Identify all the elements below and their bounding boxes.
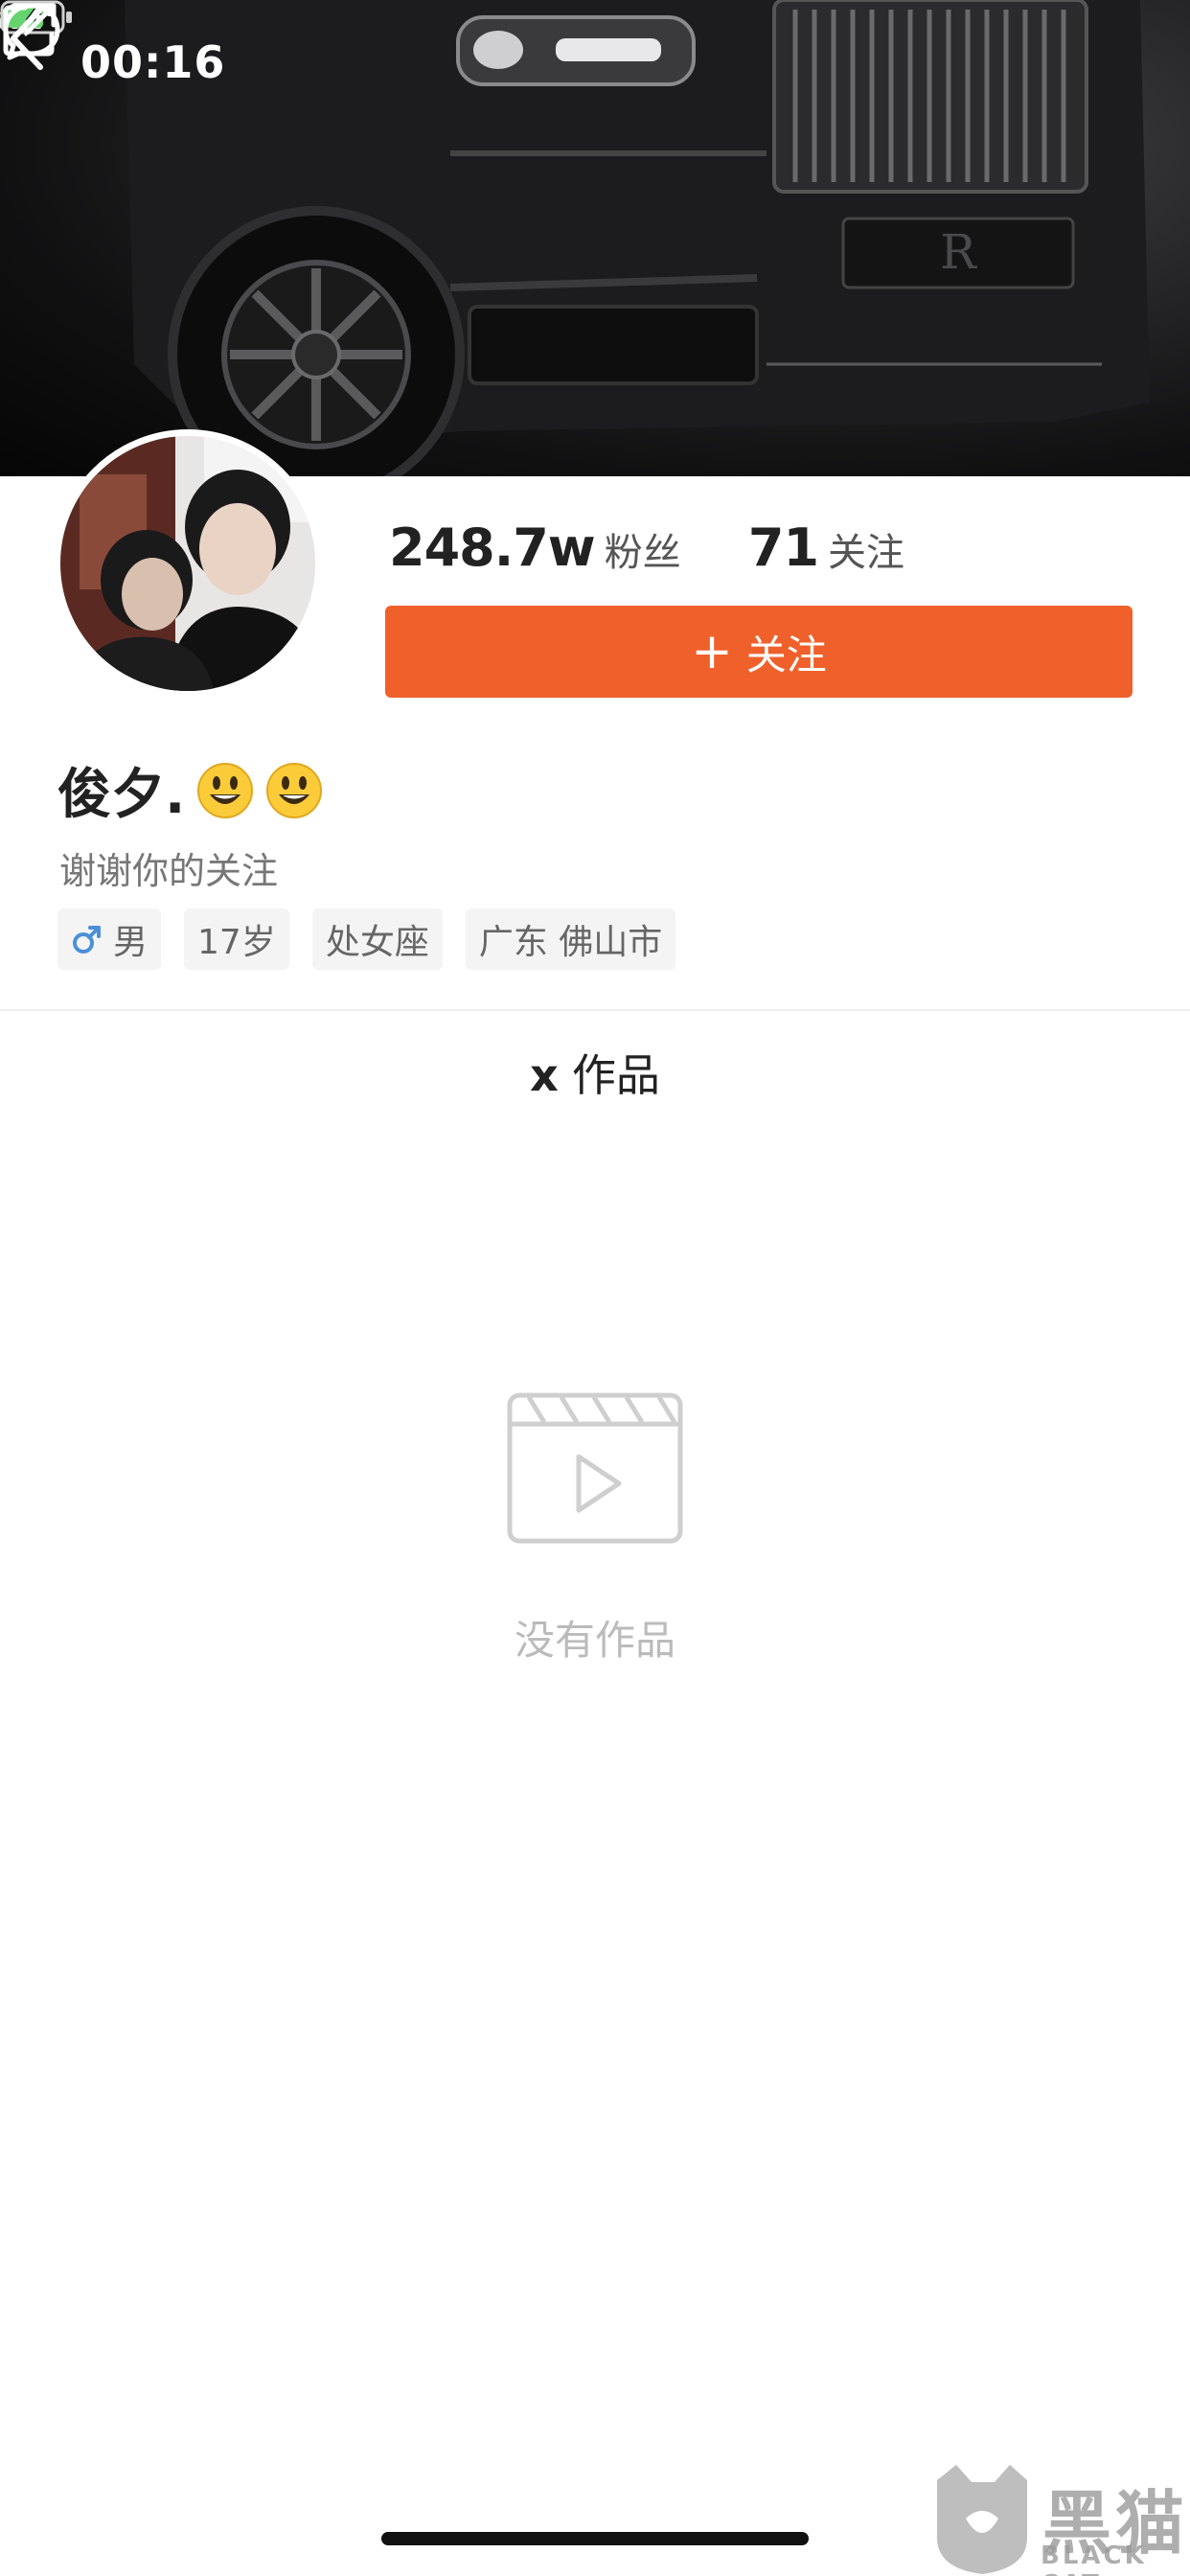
profile-name: 俊夕.	[57, 751, 323, 829]
zodiac-tag: 处女座	[311, 908, 443, 970]
age-tag: 17岁	[184, 908, 289, 970]
fans-count: 248.7w	[389, 518, 596, 578]
gender-label: 男	[113, 923, 149, 962]
works-tab-label: 作品	[571, 1049, 660, 1101]
section-divider	[0, 1009, 1190, 1011]
fans-label: 粉丝	[604, 531, 681, 575]
gender-tag: 男	[57, 908, 162, 970]
svg-text:R: R	[940, 224, 977, 280]
share-external-icon[interactable]	[0, 0, 59, 59]
location-tag: 广东 佛山市	[465, 908, 676, 970]
works-count: x	[530, 1049, 559, 1101]
male-icon	[73, 926, 101, 954]
cover-image: R 00:16	[0, 0, 1190, 476]
profile-stats: 248.7w 粉丝 71 关注	[389, 518, 904, 585]
profile-bio: 谢谢你的关注	[59, 850, 279, 892]
fans-stat[interactable]: 248.7w 粉丝	[389, 518, 686, 578]
profile-tags: 男 17岁 处女座 广东 佛山市	[57, 908, 676, 970]
home-indicator[interactable]	[381, 2532, 809, 2545]
follow-button[interactable]: + 关注	[385, 606, 1133, 698]
profile-name-text: 俊夕.	[57, 764, 186, 826]
avatar-photo	[60, 436, 315, 691]
tab-works[interactable]: x 作品	[0, 1041, 1190, 1104]
status-time: 00:16	[80, 36, 226, 88]
avatar[interactable]	[54, 429, 322, 698]
profile-page: R 00:16 248.7w 粉丝 71 关注 + 关注 俊夕. 谢谢你的关注 …	[0, 0, 1190, 2576]
empty-works-text: 没有作品	[514, 1617, 675, 1664]
smiley-emoji-icon	[197, 762, 254, 818]
watermark-text-en: BLACK CAT	[1041, 2542, 1147, 2576]
smiley-emoji-icon	[266, 762, 323, 818]
following-count: 71	[747, 518, 819, 578]
following-label: 关注	[828, 531, 905, 575]
follow-button-label: 关注	[745, 631, 827, 678]
following-stat[interactable]: 71 关注	[748, 518, 904, 578]
video-clapper-icon	[507, 1392, 683, 1544]
plus-icon: +	[691, 623, 733, 680]
